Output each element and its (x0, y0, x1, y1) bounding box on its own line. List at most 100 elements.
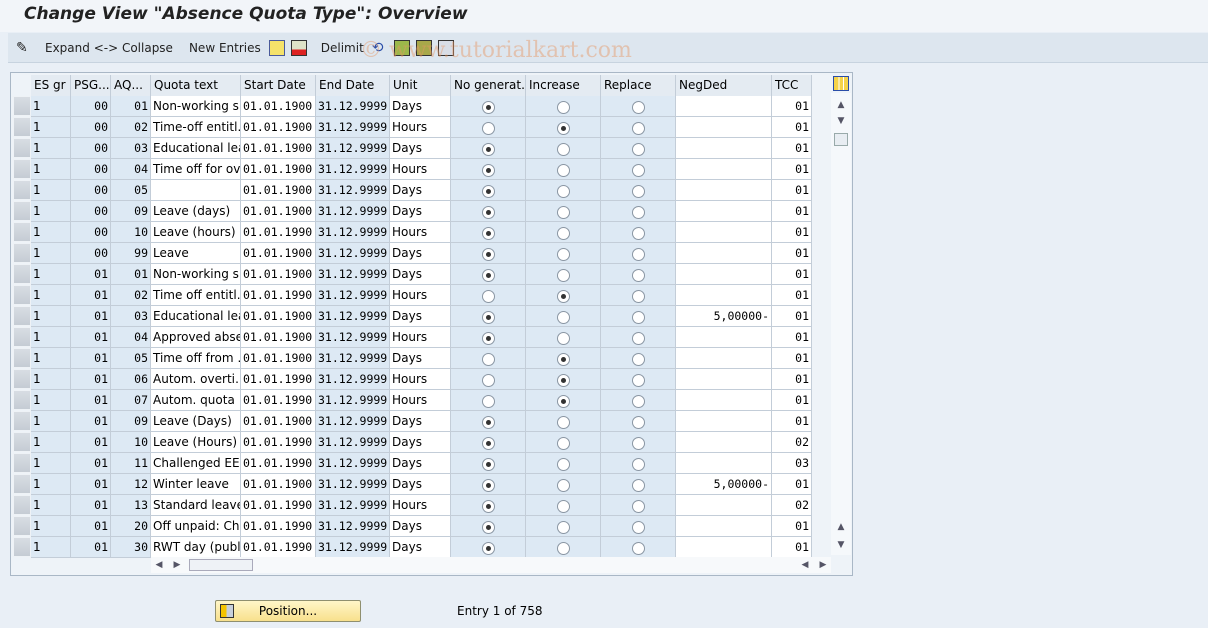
increase-radio[interactable] (556, 395, 570, 408)
no-generation-radio[interactable] (481, 521, 495, 534)
no-generation-radio[interactable] (481, 122, 495, 135)
increase-radio[interactable] (556, 437, 570, 450)
row-selector[interactable] (13, 180, 31, 200)
increase-radio[interactable] (556, 269, 570, 282)
replace-radio[interactable] (631, 206, 645, 219)
replace-radio[interactable] (631, 101, 645, 114)
deselect-all-button[interactable] (435, 36, 457, 60)
column-header-neg-ded[interactable]: NegDed (676, 75, 772, 96)
replace-radio[interactable] (631, 395, 645, 408)
increase-radio[interactable] (556, 185, 570, 198)
no-generation-radio[interactable] (481, 479, 495, 492)
replace-radio[interactable] (631, 227, 645, 240)
column-header-increase[interactable]: Increase (526, 75, 601, 96)
no-generation-radio[interactable] (481, 290, 495, 303)
column-header-psg[interactable]: PSG... (71, 75, 111, 96)
no-generation-radio[interactable] (481, 164, 495, 177)
row-selector[interactable] (13, 264, 31, 284)
no-generation-radio[interactable] (481, 332, 495, 345)
row-selector[interactable] (13, 117, 31, 137)
no-generation-radio[interactable] (481, 416, 495, 429)
copy-button[interactable] (266, 36, 288, 60)
replace-radio[interactable] (631, 185, 645, 198)
row-selector[interactable] (13, 306, 31, 326)
increase-radio[interactable] (556, 353, 570, 366)
increase-radio[interactable] (556, 332, 570, 345)
scroll-down-icon[interactable]: ▼ (833, 113, 849, 129)
row-selector[interactable] (13, 411, 31, 431)
column-header-replace[interactable]: Replace (601, 75, 676, 96)
no-generation-radio[interactable] (481, 311, 495, 324)
row-selector[interactable] (13, 432, 31, 452)
no-generation-radio[interactable] (481, 395, 495, 408)
column-header-unit[interactable]: Unit (390, 75, 451, 96)
replace-radio[interactable] (631, 143, 645, 156)
row-selector[interactable] (13, 348, 31, 368)
no-generation-radio[interactable] (481, 458, 495, 471)
row-selector[interactable] (13, 243, 31, 263)
row-selector[interactable] (13, 474, 31, 494)
increase-radio[interactable] (556, 206, 570, 219)
column-header-start-date[interactable]: Start Date (241, 75, 316, 96)
select-all-button[interactable] (391, 36, 413, 60)
column-settings-icon[interactable] (833, 76, 849, 91)
h-scroll-thumb[interactable] (189, 559, 253, 571)
no-generation-radio[interactable] (481, 542, 495, 555)
replace-radio[interactable] (631, 374, 645, 387)
increase-radio[interactable] (556, 227, 570, 240)
row-selector[interactable] (13, 495, 31, 515)
page-up-icon[interactable]: ▲ (833, 519, 849, 535)
replace-radio[interactable] (631, 437, 645, 450)
replace-radio[interactable] (631, 269, 645, 282)
replace-radio[interactable] (631, 311, 645, 324)
row-selector[interactable] (13, 369, 31, 389)
row-selector[interactable] (13, 222, 31, 242)
no-generation-radio[interactable] (481, 374, 495, 387)
increase-radio[interactable] (556, 164, 570, 177)
column-header-es-grouping[interactable]: ES gr (31, 75, 71, 96)
row-selector[interactable] (13, 537, 31, 557)
increase-radio[interactable] (556, 290, 570, 303)
row-selector[interactable] (13, 138, 31, 158)
row-selector[interactable] (13, 390, 31, 410)
replace-radio[interactable] (631, 458, 645, 471)
new-entries-button[interactable]: New Entries (184, 36, 266, 60)
replace-radio[interactable] (631, 416, 645, 429)
no-generation-radio[interactable] (481, 437, 495, 450)
no-generation-radio[interactable] (481, 185, 495, 198)
column-header-end-date[interactable]: End Date (316, 75, 390, 96)
vertical-scrollbar[interactable]: ▲ ▼ ▲ ▼ (831, 93, 851, 555)
position-button[interactable]: Position... (215, 600, 361, 622)
expand-collapse-button[interactable]: Expand <-> Collapse (40, 36, 178, 60)
no-generation-radio[interactable] (481, 353, 495, 366)
column-header-aq[interactable]: AQ... (111, 75, 151, 96)
horizontal-scrollbar[interactable]: ◀ ▶ ◀ ▶ (151, 557, 831, 573)
increase-radio[interactable] (556, 479, 570, 492)
increase-radio[interactable] (556, 101, 570, 114)
select-block-button[interactable] (413, 36, 435, 60)
replace-radio[interactable] (631, 122, 645, 135)
column-header-no-generation[interactable]: No generat. (451, 75, 526, 96)
increase-radio[interactable] (556, 500, 570, 513)
no-generation-radio[interactable] (481, 500, 495, 513)
no-generation-radio[interactable] (481, 248, 495, 261)
no-generation-radio[interactable] (481, 143, 495, 156)
page-down-icon[interactable]: ▼ (833, 537, 849, 553)
no-generation-radio[interactable] (481, 101, 495, 114)
delimit-button[interactable]: Delimit (316, 36, 369, 60)
scroll-up-icon[interactable]: ▲ (833, 97, 849, 113)
scroll-thumb[interactable] (834, 133, 848, 146)
increase-radio[interactable] (556, 458, 570, 471)
row-selector[interactable] (13, 201, 31, 221)
increase-radio[interactable] (556, 542, 570, 555)
row-selector[interactable] (13, 516, 31, 536)
increase-radio[interactable] (556, 374, 570, 387)
replace-radio[interactable] (631, 332, 645, 345)
replace-radio[interactable] (631, 542, 645, 555)
replace-radio[interactable] (631, 479, 645, 492)
replace-radio[interactable] (631, 290, 645, 303)
row-selector[interactable] (13, 285, 31, 305)
increase-radio[interactable] (556, 143, 570, 156)
increase-radio[interactable] (556, 521, 570, 534)
row-selector[interactable] (13, 453, 31, 473)
